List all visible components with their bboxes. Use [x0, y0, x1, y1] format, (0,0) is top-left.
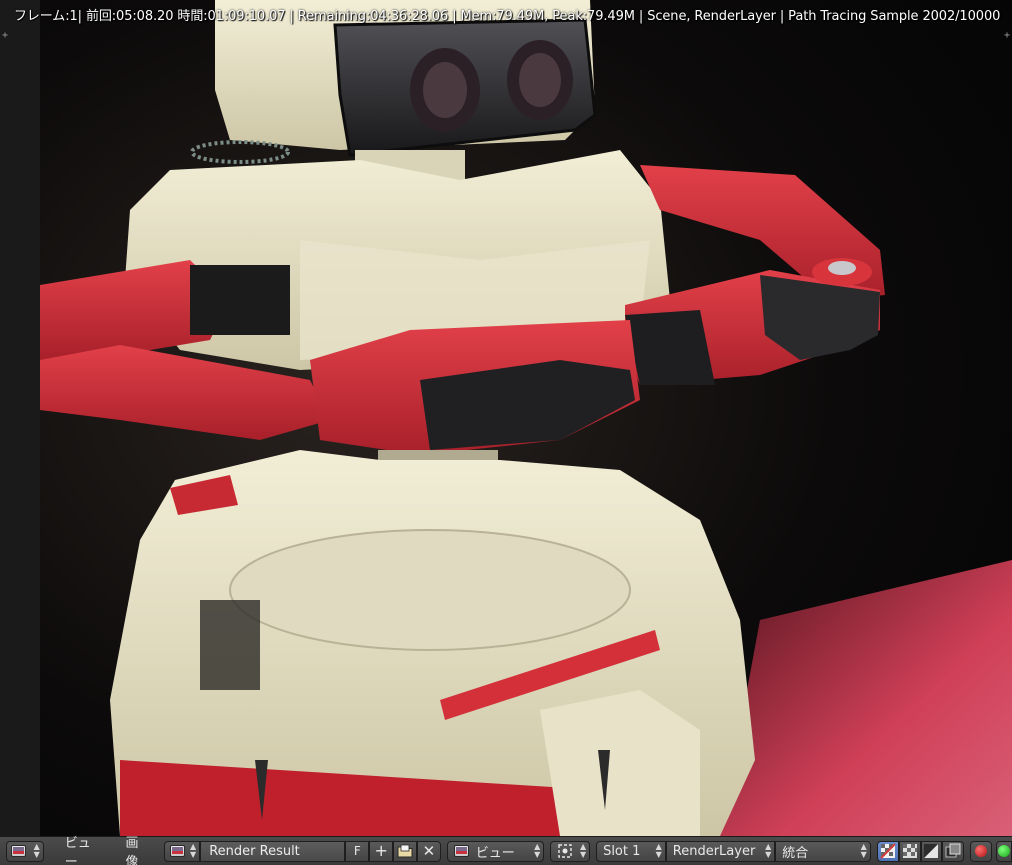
render-pass-dropdown-label: 統合	[782, 845, 809, 861]
updown-arrows-icon: ▲ ▼	[655, 841, 662, 859]
pivot-point-icon	[558, 844, 572, 858]
status-dot-icon	[998, 845, 1011, 857]
checkerboard-icon	[902, 844, 917, 858]
render-viewport[interactable]: フレーム:1| 前回:05:08.20 時間:01:09:10.07 | Rem…	[0, 0, 1012, 836]
render-image	[0, 0, 1012, 836]
image-editor-header: ▲ ▼ ビュー 画像 ▲ ▼ Render Result F + ✕ ビュー ▲…	[0, 836, 1012, 865]
open-image-button[interactable]	[393, 840, 417, 862]
color-only-icon	[945, 843, 961, 858]
record-icon	[975, 845, 988, 857]
draw-channels-color-alpha-button[interactable]	[876, 840, 899, 862]
updown-arrows-icon: ▲ ▼	[765, 841, 772, 859]
record-button[interactable]	[970, 840, 993, 862]
status-indicator	[996, 840, 1012, 862]
render-status-line: フレーム:1| 前回:05:08.20 時間:01:09:10.07 | Rem…	[14, 9, 1001, 24]
close-icon: ✕	[422, 841, 436, 860]
draw-channels-color-button[interactable]	[942, 840, 965, 862]
pivot-selector[interactable]: ▲ ▼	[550, 840, 591, 862]
menu-image[interactable]: 画像	[115, 832, 163, 865]
plus-icon: +	[374, 841, 388, 860]
image-name-field[interactable]: Render Result	[200, 840, 346, 862]
updown-arrows-icon: ▲ ▼	[33, 841, 40, 859]
render-layer-dropdown-label: RenderLayer	[672, 843, 756, 859]
render-layer-dropdown[interactable]: RenderLayer ▲ ▼	[665, 840, 776, 862]
updown-arrows-icon: ▲ ▼	[534, 841, 541, 859]
draw-channels-alpha-button[interactable]	[898, 840, 921, 862]
updown-arrows-icon: ▲ ▼	[860, 841, 867, 859]
color-alpha-icon	[879, 843, 896, 859]
menu-view[interactable]: ビュー	[54, 832, 115, 865]
image-browse-button[interactable]: ▲ ▼	[164, 840, 201, 862]
draw-channels-zbuffer-button[interactable]	[920, 840, 943, 862]
updown-arrows-icon: ▲ ▼	[190, 841, 197, 859]
area-split-corner-top-right[interactable]: +	[1004, 31, 1010, 41]
area-split-corner-top-left[interactable]: +	[2, 31, 8, 41]
image-datablock-icon	[453, 844, 470, 858]
render-pass-dropdown[interactable]: 統合 ▲ ▼	[775, 840, 871, 862]
unlink-image-button[interactable]: ✕	[416, 840, 441, 862]
new-image-button[interactable]: +	[369, 840, 394, 862]
blender-image-editor: フレーム:1| 前回:05:08.20 時間:01:09:10.07 | Rem…	[0, 0, 1012, 865]
folder-icon	[397, 844, 413, 858]
zbuffer-icon	[924, 844, 939, 858]
image-editor-icon	[11, 844, 27, 858]
editor-type-selector[interactable]: ▲ ▼	[6, 840, 44, 862]
fake-user-button[interactable]: F	[345, 840, 370, 862]
view-dropdown[interactable]: ビュー ▲ ▼	[446, 840, 545, 862]
slot-dropdown[interactable]: Slot 1 ▲ ▼	[596, 840, 666, 862]
image-datablock-icon	[170, 844, 186, 858]
slot-dropdown-label: Slot 1	[603, 843, 641, 859]
updown-arrows-icon: ▲ ▼	[579, 841, 587, 859]
view-dropdown-label: ビュー	[475, 845, 515, 861]
